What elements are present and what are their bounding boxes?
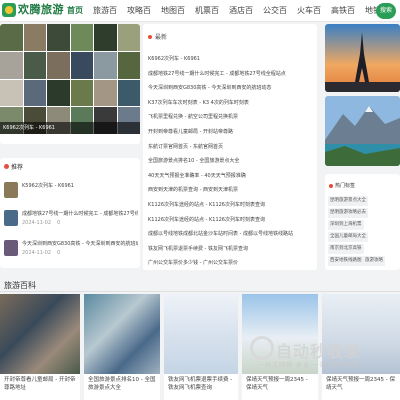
article-title[interactable]: 铁友网飞机票退票手续费 - 铁友网飞机票查询: [168, 376, 234, 392]
thumbnail: [4, 182, 18, 198]
recommend-heading: 推荐: [4, 162, 23, 171]
news-heading: 最新: [148, 32, 167, 41]
news-link[interactable]: 飞机票里程兑换 - 航空公司里程兑换机票: [148, 110, 312, 125]
main-nav: 首页 旅游百 攻略百 地图百 机票百 酒店百 公交百 火车百 高铁百 地铁百: [62, 0, 394, 22]
nav-item-flights[interactable]: 机票百: [190, 0, 224, 22]
mountain-lake-picture: [325, 96, 400, 166]
article-card[interactable]: 全国旅游景点排名10 - 全国旅游景点大全: [84, 294, 160, 400]
section-divider: [0, 291, 400, 292]
article-card[interactable]: 开封帝尊看儿童邮局 - 开封帝尊路地址: [0, 294, 80, 400]
watermark-subtext: 一站式网络·来访·一站 推荐收录: [258, 362, 358, 369]
list-item[interactable]: 今天深圳到西安G830高铁 - 今天深圳到西安的航班动态 2024-11-02 0: [4, 240, 138, 266]
hot-tags-heading: 热门标签: [329, 182, 355, 189]
hot-tag[interactable]: 昆明旅游景点大全: [328, 196, 368, 206]
news-link[interactable]: K37次列车车次时刻表 - K3 4次的列车时刻表: [148, 96, 312, 111]
news-link[interactable]: 开封到帝尊看儿童邮局 - 开封站帝尊路: [148, 125, 312, 140]
hot-tag[interactable]: 深圳到上海机票: [328, 220, 364, 230]
news-link[interactable]: 成都地铁27号线一期什么时候完工 - 成都地铁27号线全程站点: [148, 67, 312, 82]
news-link[interactable]: 铁友网飞机票退票手续费 - 铁友网飞机票查询: [148, 242, 312, 257]
eiffel-tower-picture: [325, 24, 400, 92]
news-link[interactable]: 40天天气预报全准确率 - 40天天气预报准确: [148, 169, 312, 184]
article-thumbnail: [164, 294, 238, 374]
hot-tag[interactable]: 全国儿童邮局大全: [328, 232, 368, 242]
news-link[interactable]: 东航订票官网首页 - 东航官网首页: [148, 140, 312, 155]
watermark-logo-icon: [250, 336, 274, 360]
news-link[interactable]: 西安到天津的机票查询 - 西安到天津机票: [148, 183, 312, 198]
hot-tag[interactable]: 旅游攻略: [363, 256, 385, 266]
hot-tag[interactable]: 西安地铁线路图: [328, 256, 364, 266]
mountain-lake-image[interactable]: [325, 96, 400, 166]
logo-text: 欢腾旅游: [18, 3, 64, 16]
nav-item-guide[interactable]: 攻略百: [122, 0, 156, 22]
article-thumbnail: [84, 294, 160, 374]
hero-image-collage: [0, 24, 140, 134]
top-navigation-bar: 欢腾旅游 首页 旅游百 攻略百 地图百 机票百 酒店百 公交百 火车百 高铁百 …: [0, 0, 400, 22]
article-thumbnail: [0, 294, 80, 374]
search-button[interactable]: 搜索: [376, 3, 396, 19]
nav-item-hotels[interactable]: 酒店百: [224, 0, 258, 22]
article-card[interactable]: 铁友网飞机票退票手续费 - 铁友网飞机票查询: [164, 294, 238, 400]
site-logo[interactable]: 欢腾旅游: [2, 2, 64, 20]
nav-item-home[interactable]: 首页: [62, 0, 88, 22]
list-item-title[interactable]: K5962次列车 - K6961: [22, 182, 138, 189]
nav-item-map[interactable]: 地图百: [156, 0, 190, 22]
news-dot-icon: [148, 34, 152, 39]
hot-tag[interactable]: 南京到北京高铁: [328, 244, 364, 254]
eiffel-tower-image[interactable]: [325, 24, 400, 92]
list-item[interactable]: K5962次列车 - K6961: [4, 182, 138, 208]
logo-icon: [2, 3, 16, 17]
article-title[interactable]: 开封帝尊看儿童邮局 - 开封帝尊路地址: [4, 376, 76, 392]
watermark-text: 自动秒收录: [276, 342, 362, 361]
news-link[interactable]: 今天深圳到西安G830高铁 - 今天深圳到西安的航班动态: [148, 81, 312, 96]
hot-dot-icon: [329, 183, 333, 188]
hero-carousel[interactable]: K6962次列车 - K6961: [0, 24, 140, 144]
list-item-views: 0: [57, 220, 61, 226]
news-link[interactable]: 成都以号线地铁成都北站金沙车站时间表 - 成都以号线地铁线路站: [148, 227, 312, 242]
section-title: 旅游百科: [4, 281, 36, 290]
article-title[interactable]: 全国旅游景点排名10 - 全国旅游景点大全: [88, 376, 156, 392]
news-link[interactable]: 全国旅游景点排名10 - 全国旅游景点大全: [148, 154, 312, 169]
recommend-heading-label: 推荐: [11, 164, 24, 171]
recommend-dot-icon: [4, 164, 9, 169]
watermark: 自动秒收录 一站式网络·来访·一站 推荐收录: [250, 336, 400, 376]
nav-item-travel[interactable]: 旅游百: [88, 0, 122, 22]
list-item-meta: 2024-11-02 0: [22, 220, 66, 226]
hero-caption: K6962次列车 - K6961: [0, 122, 140, 134]
latest-news-panel: 最新 K6962次列车 - K6961 成都地铁27号线一期什么时候完工 - 成…: [143, 24, 317, 270]
list-item-date: 2024-11-02: [22, 250, 52, 256]
nav-item-highspeed[interactable]: 高铁百: [326, 0, 360, 22]
article-title[interactable]: 保靖天气预报一周2345 - 保靖天气: [246, 376, 314, 392]
list-item-title[interactable]: 今天深圳到西安G830高铁 - 今天深圳到西安的航班动态: [22, 240, 138, 247]
article-title[interactable]: 保靖天气预报一周2345 - 保靖天气: [326, 376, 396, 392]
news-list: K6962次列车 - K6961 成都地铁27号线一期什么时候完工 - 成都地铁…: [148, 52, 312, 271]
news-link[interactable]: K6962次列车 - K6961: [148, 52, 312, 67]
news-heading-label: 最新: [155, 34, 168, 41]
thumbnail: [4, 240, 18, 256]
news-link[interactable]: 广州公交车票价多少钱 - 广州公交车票价: [148, 256, 312, 271]
hot-tags-heading-label: 热门标签: [335, 183, 356, 189]
news-link[interactable]: K1126次列车途经的站点 - K1126次列车时刻表查询: [148, 198, 312, 213]
hot-tags-panel: 热门标签 昆明旅游景点大全 昆明旅游攻略必去 深圳到上海机票 全国儿童邮局大全 …: [325, 174, 400, 270]
thumbnail: [4, 210, 18, 226]
list-item-views: 0: [57, 250, 61, 256]
list-item-date: 2024-11-02: [22, 220, 52, 226]
list-item[interactable]: 成都地铁27号线一期什么时候完工 - 成都地铁27号线全程 2024-11-02…: [4, 210, 138, 236]
list-item-title[interactable]: 成都地铁27号线一期什么时候完工 - 成都地铁27号线全程: [22, 210, 138, 217]
nav-item-bus[interactable]: 公交百: [258, 0, 292, 22]
hot-tag[interactable]: 昆明旅游攻略必去: [328, 208, 368, 218]
list-item-meta: 2024-11-02 0: [22, 250, 66, 256]
recommend-panel: 推荐 K5962次列车 - K6961 成都地铁27号线一期什么时候完工 - 成…: [0, 158, 140, 268]
nav-item-train[interactable]: 火车百: [292, 0, 326, 22]
news-link[interactable]: K1126次列车途经的站点 - K1126次列车时刻表查询: [148, 213, 312, 228]
